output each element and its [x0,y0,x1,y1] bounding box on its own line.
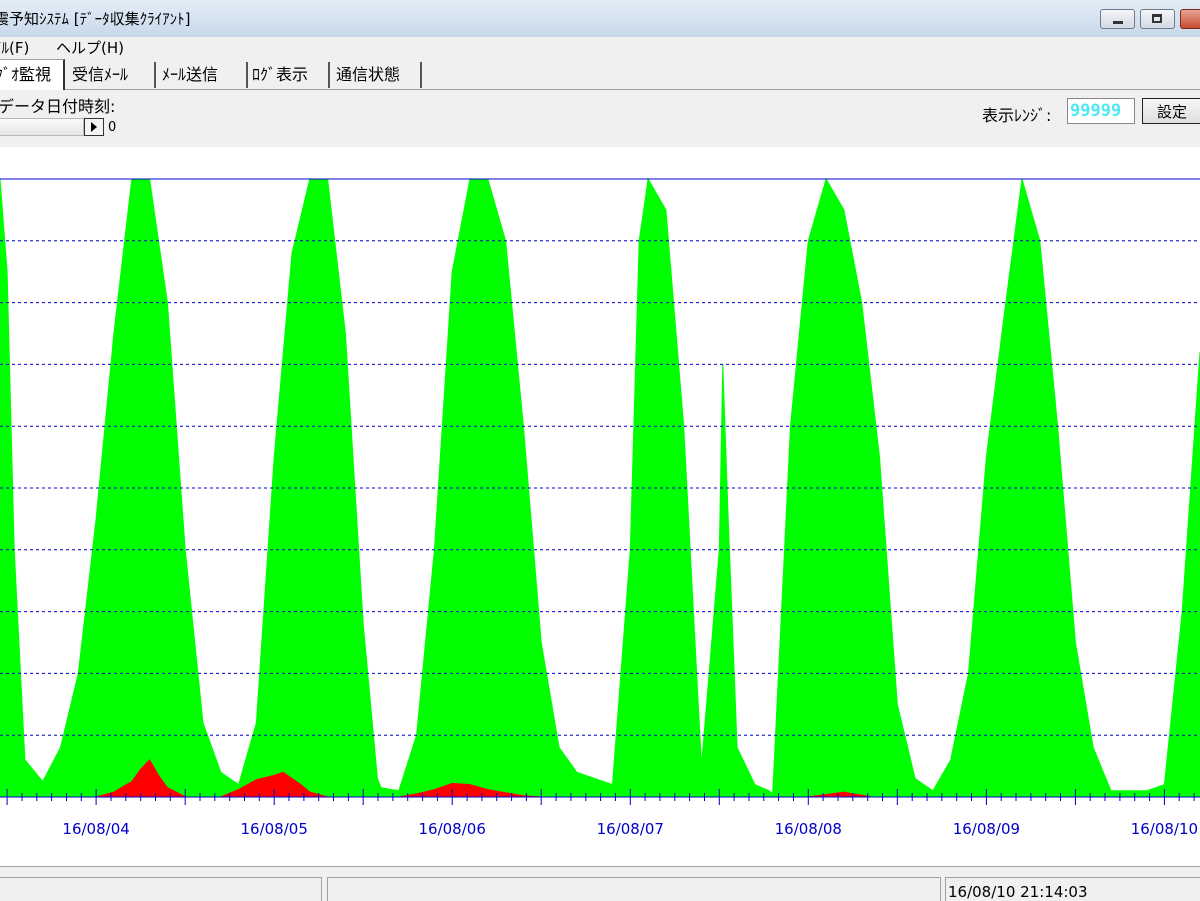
minimize-button[interactable] [1100,9,1135,29]
window-title: 震予知ｼｽﾃﾑ [ﾃﾞｰﾀ収集ｸﾗｲｱﾝﾄ] [0,10,191,28]
tab-graph-monitor[interactable]: ｸﾞｵ監視 [0,59,65,90]
title-bar: 震予知ｼｽﾃﾑ [ﾃﾞｰﾀ収集ｸﾗｲｱﾝﾄ] [0,0,1200,38]
status-pane-2 [327,877,941,901]
menu-bar: ｲﾙ(F) ヘルプ(H) [0,37,1200,59]
maximize-button[interactable] [1140,9,1175,29]
tab-comm-status[interactable]: 通信状態 [336,62,422,88]
scroll-right-arrow-icon[interactable] [84,118,104,136]
tab-log-view[interactable]: ﾛｸﾞ表示 [252,62,330,88]
menu-file[interactable]: ｲﾙ(F) [0,37,29,59]
x-tick-label: 16/08/05 [241,820,308,838]
scroll-value: 0 [108,120,117,135]
x-tick-label: 16/08/04 [62,820,129,838]
tab-received-mail[interactable]: 受信ﾒｰﾙ [72,62,156,88]
x-tick-label: 16/08/08 [775,820,842,838]
x-tick-label: 16/08/06 [419,820,486,838]
set-button[interactable]: 設定 [1142,98,1200,124]
x-tick-label: 16/08/07 [597,820,664,838]
status-bar: 16/08/10 21:14:03 [0,866,1200,901]
x-tick-label: 16/08/10 [1131,820,1198,838]
maximize-icon [1152,14,1162,23]
waveform-chart: 16/08/04 16/08/05 16/08/06 16/08/07 16/08/08… [0,177,1200,838]
minimize-icon [1113,21,1123,24]
datetime-label: データ日付時刻: [0,97,116,116]
menu-help[interactable]: ヘルプ(H) [56,37,124,59]
control-panel: データ日付時刻: 0 表示ﾚﾝｼﾞ: 設定 [0,90,1200,147]
tab-bar: ｸﾞｵ監視 受信ﾒｰﾙ ﾒｰﾙ送信 ﾛｸﾞ表示 通信状態 [0,59,1200,90]
status-timestamp: 16/08/10 21:14:03 [948,883,1088,901]
range-input[interactable] [1067,98,1135,124]
status-pane-1 [0,877,322,901]
close-button[interactable] [1180,9,1200,29]
datetime-scrollbar[interactable] [0,118,84,136]
x-tick-label: 16/08/09 [953,820,1020,838]
range-label: 表示ﾚﾝｼﾞ: [982,106,1052,125]
tab-send-mail[interactable]: ﾒｰﾙ送信 [162,62,248,88]
